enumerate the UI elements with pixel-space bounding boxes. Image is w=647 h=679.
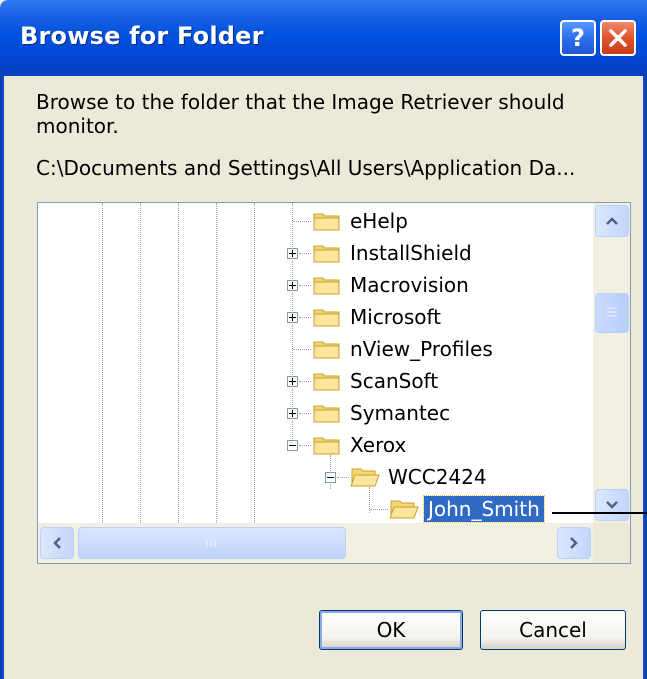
tree-item-label: Macrovision: [350, 273, 469, 297]
window-frame-left: [0, 76, 4, 679]
tree-item-nview-profiles[interactable]: nView_Profiles: [38, 336, 593, 362]
expand-icon[interactable]: [287, 376, 298, 387]
scroll-left-button[interactable]: [40, 527, 74, 559]
cancel-button[interactable]: Cancel: [480, 610, 626, 650]
ok-button[interactable]: OK: [319, 610, 463, 650]
tree-item-label: Xerox: [350, 433, 407, 457]
collapse-icon[interactable]: [287, 440, 298, 451]
grip-icon: [607, 307, 617, 317]
title-bar[interactable]: Browse for Folder ?: [0, 0, 647, 76]
chevron-right-icon: [570, 537, 578, 549]
open-folder-icon: [389, 500, 419, 519]
tree-item-wcc2424[interactable]: WCC2424: [38, 464, 593, 490]
tree-item-label: ScanSoft: [350, 369, 439, 393]
window-title: Browse for Folder: [20, 22, 264, 50]
expand-icon[interactable]: [287, 280, 298, 291]
folder-icon: [313, 213, 340, 231]
folder-icon: [313, 373, 340, 391]
scrollbar-corner: [593, 523, 630, 563]
folder-icon: [313, 437, 340, 455]
scroll-up-button[interactable]: [595, 205, 629, 237]
open-folder-icon: [350, 468, 380, 487]
tree-item-label: eHelp: [350, 209, 408, 233]
horizontal-scroll-thumb[interactable]: [78, 527, 346, 559]
expand-icon[interactable]: [287, 248, 298, 259]
tree-item-microsoft[interactable]: Microsoft: [38, 304, 593, 330]
tree-item-xerox[interactable]: Xerox: [38, 432, 593, 458]
close-button[interactable]: [600, 20, 636, 56]
grip-icon: [206, 539, 216, 547]
browse-for-folder-dialog: Browse for Folder ? Browse to the folder…: [0, 0, 647, 679]
tree-item-installshield[interactable]: InstallShield: [38, 240, 593, 266]
folder-icon: [313, 405, 340, 423]
tree-item-ehelp[interactable]: eHelp: [38, 208, 593, 234]
vertical-scroll-thumb[interactable]: [595, 293, 629, 333]
scroll-down-button[interactable]: [595, 489, 629, 521]
folder-icon: [313, 277, 340, 295]
collapse-icon[interactable]: [325, 472, 336, 483]
tree-item-label: Microsoft: [350, 305, 442, 329]
chevron-left-icon: [53, 537, 61, 549]
folder-icon: [313, 245, 340, 263]
tree-item-label-selected: John_Smith: [423, 495, 545, 523]
folder-icon: [313, 309, 340, 327]
tree-item-scansoft[interactable]: ScanSoft: [38, 368, 593, 394]
close-icon: [609, 29, 627, 47]
horizontal-scrollbar[interactable]: [38, 523, 593, 563]
tree-item-label: nView_Profiles: [350, 337, 493, 361]
scroll-right-button[interactable]: [557, 527, 591, 559]
vertical-scrollbar[interactable]: [593, 203, 630, 523]
help-button[interactable]: ?: [560, 20, 596, 56]
instruction-text: Browse to the folder that the Image Retr…: [36, 90, 565, 138]
callout-line: [552, 512, 647, 514]
expand-icon[interactable]: [287, 312, 298, 323]
tree-item-macrovision[interactable]: Macrovision: [38, 272, 593, 298]
chevron-down-icon: [606, 501, 618, 509]
tree-item-john-smith[interactable]: John_Smith: [38, 495, 593, 523]
folder-tree[interactable]: eHelp InstallShield Macrovision Microsof…: [37, 202, 631, 564]
help-icon: ?: [571, 24, 585, 52]
chevron-up-icon: [606, 217, 618, 225]
tree-item-symantec[interactable]: Symantec: [38, 400, 593, 426]
tree-item-label: Symantec: [350, 401, 451, 425]
window-frame-right: [643, 76, 647, 679]
tree-item-label: WCC2424: [388, 465, 487, 489]
selected-path-text: C:\Documents and Settings\All Users\Appl…: [36, 156, 576, 180]
folder-icon: [313, 341, 340, 359]
tree-item-label: InstallShield: [350, 241, 472, 265]
expand-icon[interactable]: [287, 408, 298, 419]
